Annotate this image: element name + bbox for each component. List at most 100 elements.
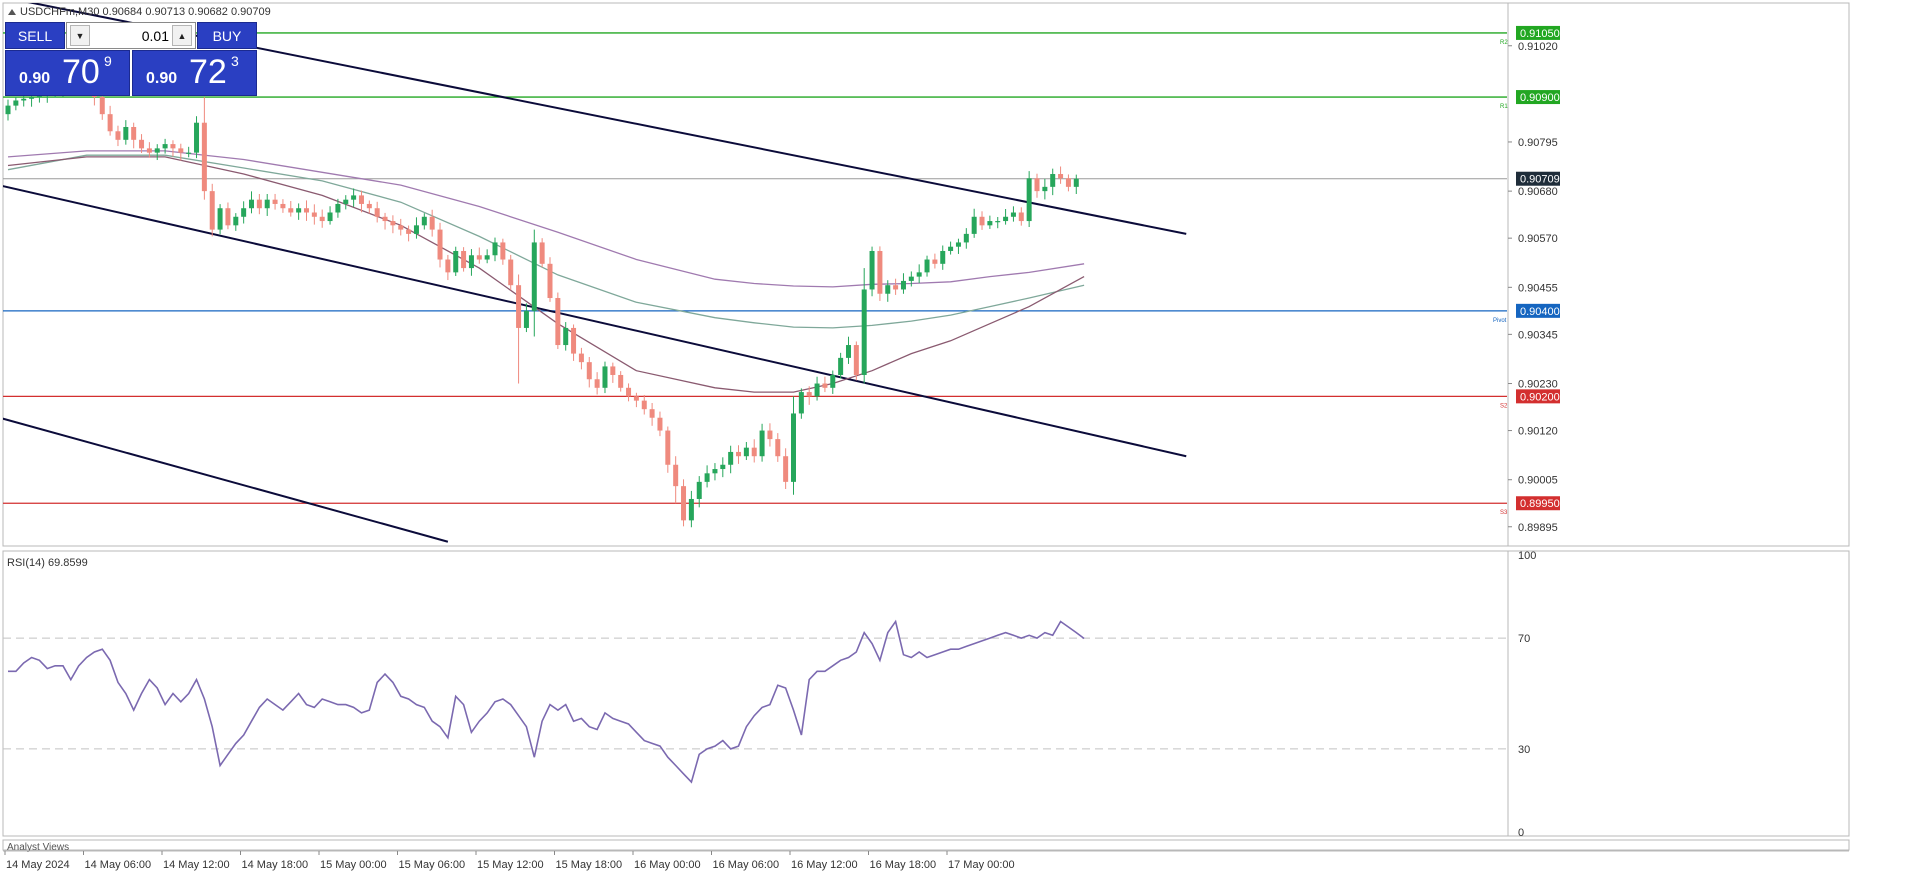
chart-background xyxy=(0,0,1916,874)
chevron-down-icon: ▼ xyxy=(75,30,85,41)
time-tick-label: 15 May 12:00 xyxy=(477,859,544,871)
candle-body xyxy=(390,221,396,226)
candle-body xyxy=(343,199,349,204)
level-tag-r1: R1 xyxy=(1500,104,1508,110)
candle-body xyxy=(335,203,341,213)
candle-body xyxy=(123,126,129,140)
analyst-strip xyxy=(2,839,1850,851)
candle-body xyxy=(272,199,278,204)
candle-body xyxy=(775,439,781,457)
chart-title: USDCHFm,M30 0.90684 0.90713 0.90682 0.90… xyxy=(20,6,271,18)
time-tick-label: 14 May 12:00 xyxy=(163,859,230,871)
bid-price-fraction: 9 xyxy=(104,53,112,69)
candle-body xyxy=(445,259,451,273)
candle-body xyxy=(476,255,482,260)
candle-body xyxy=(1042,186,1048,192)
candle-body xyxy=(728,451,734,465)
level-tag-s2: S2 xyxy=(1500,403,1508,409)
candle-body xyxy=(296,208,302,213)
time-tick-label: 17 May 00:00 xyxy=(948,859,1015,871)
candle-body xyxy=(987,221,993,226)
candle-body xyxy=(563,327,569,346)
level-tag-r2: R2 xyxy=(1500,40,1508,46)
candle-body xyxy=(853,345,859,375)
candle-body xyxy=(1065,178,1071,187)
candle-body xyxy=(162,144,168,149)
ask-price-pips: 72 xyxy=(189,53,227,91)
level-tag-s3: S3 xyxy=(1500,510,1508,516)
candle-body xyxy=(791,413,796,482)
candle-body xyxy=(5,105,11,115)
bid-quote[interactable]: 0.90 70 9 xyxy=(5,50,130,96)
candle-body xyxy=(971,216,977,234)
candle-body xyxy=(955,242,961,247)
price-tick-label: 0.90345 xyxy=(1518,329,1558,341)
candle-body xyxy=(626,387,632,397)
candle-body xyxy=(751,447,757,457)
one-click-trading-panel: SELL ▼ ▲ BUY 0.90 70 9 0.90 72 3 xyxy=(5,22,257,96)
candle-body xyxy=(201,122,207,192)
candle-body xyxy=(492,242,498,256)
candle-body xyxy=(940,250,946,264)
time-tick-label: 14 May 06:00 xyxy=(85,859,152,871)
candle-body xyxy=(468,255,474,269)
candle-body xyxy=(1058,174,1064,179)
sell-label: SELL xyxy=(17,27,53,44)
candle-body xyxy=(806,392,812,397)
level-tag-pivot: Pivot xyxy=(1493,318,1507,324)
candle-body xyxy=(374,208,380,217)
lot-size-input[interactable] xyxy=(93,26,169,45)
candle-body xyxy=(154,148,160,153)
candle-body xyxy=(186,152,192,154)
candle-body xyxy=(484,255,490,260)
candle-body xyxy=(1003,216,1009,222)
lot-decrease-button[interactable]: ▼ xyxy=(70,25,90,46)
candle-body xyxy=(704,473,710,482)
candle-body xyxy=(225,208,231,226)
rsi-tick-label: 70 xyxy=(1518,633,1530,645)
price-tick-label: 0.90455 xyxy=(1518,282,1558,294)
candle-body xyxy=(547,263,553,299)
time-tick-label: 16 May 18:00 xyxy=(870,859,937,871)
candle-body xyxy=(531,242,537,311)
price-tick-label: 0.90005 xyxy=(1518,475,1558,487)
candle-body xyxy=(516,285,522,328)
candle-body xyxy=(979,216,985,226)
lot-size-control: ▼ ▲ xyxy=(66,22,196,49)
chart-stage: R2 R1 Pivot S2 S3 0.91050 0.90900 0.90400 0.902… xyxy=(0,0,1916,874)
chevron-up-icon: ▲ xyxy=(177,30,187,41)
candle-body xyxy=(429,216,435,230)
candle-body xyxy=(924,259,930,273)
candle-body xyxy=(1034,178,1040,192)
level-price-label: 0.90200 xyxy=(1520,391,1560,403)
candle-body xyxy=(814,383,820,397)
candle-body xyxy=(131,126,137,140)
candle-body xyxy=(838,357,844,375)
candle-body xyxy=(657,417,663,431)
candle-body xyxy=(178,148,184,153)
candle-body xyxy=(594,379,600,388)
candle-body xyxy=(602,366,608,388)
candle-body xyxy=(618,374,624,388)
ask-quote[interactable]: 0.90 72 3 xyxy=(132,50,257,96)
candle-body xyxy=(633,396,639,401)
bid-price-prefix: 0.90 xyxy=(19,70,51,87)
candle-body xyxy=(382,216,388,222)
time-tick-label: 14 May 2024 xyxy=(6,859,70,871)
candle-body xyxy=(665,430,671,465)
sell-button[interactable]: SELL xyxy=(5,22,65,49)
candle-body xyxy=(264,199,270,209)
rsi-tick-label: 0 xyxy=(1518,827,1524,839)
rsi-tick-label: 100 xyxy=(1518,550,1536,562)
candle-body xyxy=(610,366,616,375)
time-tick-label: 16 May 06:00 xyxy=(713,859,780,871)
candle-body xyxy=(209,191,215,230)
price-tick-label: 0.90680 xyxy=(1518,186,1558,198)
ask-price-prefix: 0.90 xyxy=(146,70,178,87)
candle-body xyxy=(406,229,412,234)
lot-increase-button[interactable]: ▲ xyxy=(172,25,192,46)
chart-canvas[interactable]: R2 R1 Pivot S2 S3 0.91050 0.90900 0.90400 0.902… xyxy=(0,0,1916,874)
candle-body xyxy=(107,114,113,132)
buy-button[interactable]: BUY xyxy=(197,22,257,49)
price-tick-label: 0.90795 xyxy=(1518,137,1558,149)
